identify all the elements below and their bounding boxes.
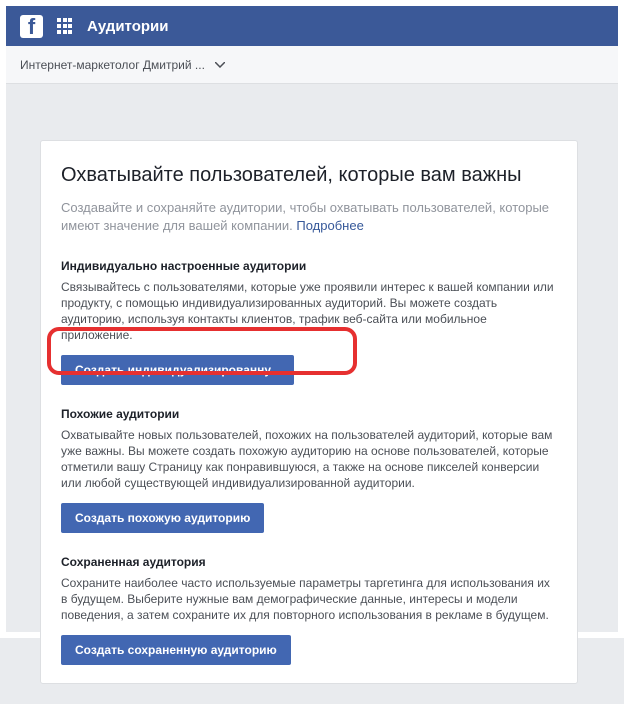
facebook-logo-icon[interactable]: f [20, 15, 43, 38]
create-saved-audience-button[interactable]: Создать сохраненную аудиторию [61, 635, 291, 665]
main-heading: Охватывайте пользователей, которые вам в… [61, 163, 557, 187]
apps-grid-icon[interactable] [57, 18, 73, 34]
section-description: Сохраните наиболее часто используемые па… [61, 575, 557, 623]
page-title: Аудитории [87, 18, 168, 35]
lookalike-audience-section: Похожие аудитории Охватывайте новых поль… [61, 407, 557, 533]
section-description: Охватывайте новых пользователей, похожих… [61, 427, 557, 491]
saved-audience-section: Сохраненная аудитория Сохраните наиболее… [61, 555, 557, 665]
audience-card: Охватывайте пользователей, которые вам в… [40, 140, 578, 684]
account-selector[interactable]: Интернет-маркетолог Дмитрий ... [20, 58, 225, 72]
account-bar: Интернет-маркетолог Дмитрий ... [6, 46, 618, 84]
learn-more-link[interactable]: Подробнее [296, 218, 363, 233]
section-title: Похожие аудитории [61, 407, 557, 421]
chevron-down-icon [215, 62, 225, 68]
create-custom-audience-button[interactable]: Создать индивидуализированну... [61, 355, 294, 385]
section-title: Сохраненная аудитория [61, 555, 557, 569]
section-description: Связывайтесь с пользователями, которые у… [61, 279, 557, 343]
topbar: f Аудитории [6, 6, 618, 46]
main-description: Создавайте и сохраняйте аудитории, чтобы… [61, 199, 557, 235]
account-name: Интернет-маркетолог Дмитрий ... [20, 58, 205, 72]
custom-audience-section: Индивидуально настроенные аудитории Связ… [61, 259, 557, 385]
section-title: Индивидуально настроенные аудитории [61, 259, 557, 273]
create-lookalike-audience-button[interactable]: Создать похожую аудиторию [61, 503, 264, 533]
